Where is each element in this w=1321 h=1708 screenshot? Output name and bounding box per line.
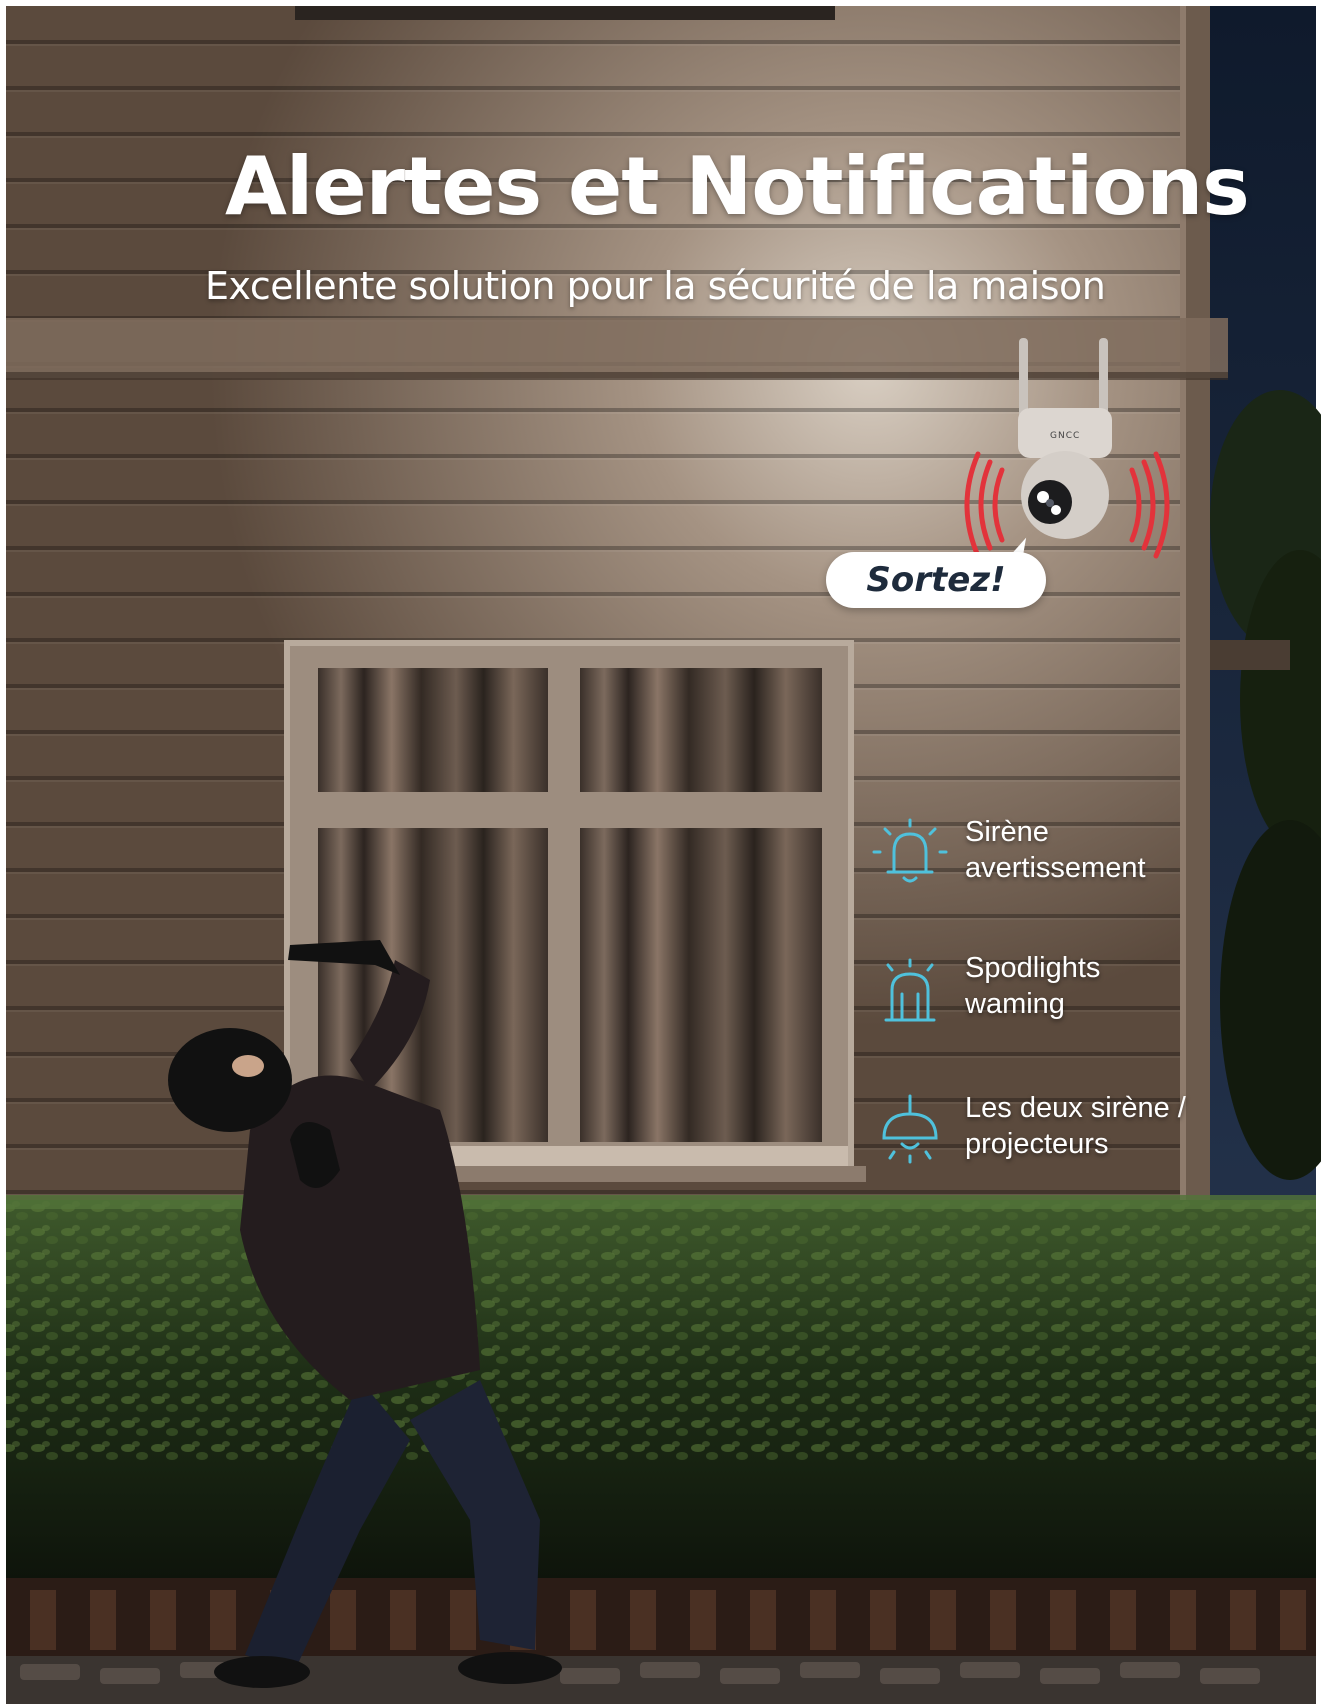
feature-spotlight-line1: Spodlights: [965, 952, 1101, 984]
feature-spotlight-line2: waming: [965, 988, 1065, 1020]
spotlight-dome-icon: [868, 950, 952, 1034]
feature-both-line1: Les deux sirène /: [965, 1092, 1186, 1124]
product-scene: GNCC Alertes et Notifications Excellente…: [0, 0, 1321, 1708]
camera-brand-label: GNCC: [1050, 431, 1080, 441]
feature-siren: Sirène avertissement: [965, 814, 1146, 886]
feature-both-line2: projecteurs: [965, 1128, 1109, 1160]
page-subtitle: Excellente solution pour la sécurité de …: [205, 264, 1106, 308]
feature-spotlight: Spodlights waming: [965, 950, 1100, 1022]
speech-bubble: Sortez!: [826, 552, 1046, 608]
siren-bell-icon: [868, 812, 952, 896]
ceiling-lamp-icon: [868, 1090, 952, 1174]
page-title: Alertes et Notifications: [225, 140, 1250, 233]
feature-both: Les deux sirène / projecteurs: [965, 1090, 1186, 1162]
feature-siren-line1: Sirène: [965, 816, 1049, 848]
speech-bubble-text: Sortez!: [866, 560, 1006, 600]
feature-siren-line2: avertissement: [965, 852, 1146, 884]
